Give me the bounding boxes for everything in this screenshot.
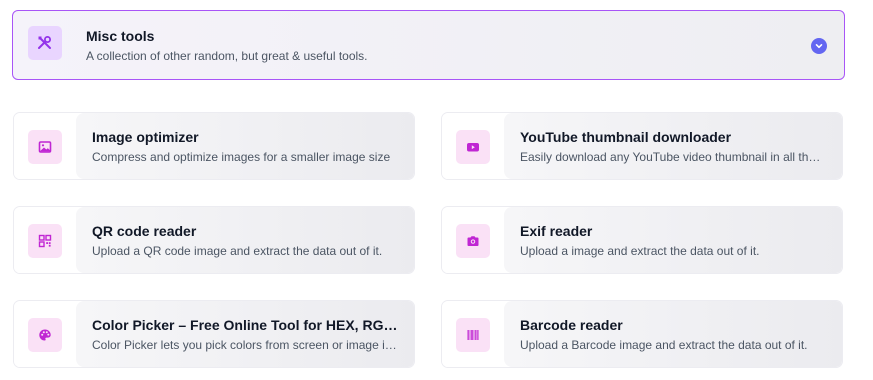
tool-card-qr-code-reader[interactable]: QR code reader Upload a QR code image an… <box>13 206 415 274</box>
tool-card-body <box>76 113 414 179</box>
tool-card-youtube-thumbnail-downloader[interactable]: YouTube thumbnail downloader Easily down… <box>441 112 843 180</box>
tool-icon-box <box>456 318 490 352</box>
tool-title: Image optimizer <box>92 129 199 145</box>
tool-title: YouTube thumbnail downloader <box>520 129 732 145</box>
tool-icon-box <box>28 224 62 258</box>
tool-icon-box <box>28 318 62 352</box>
tool-title: Color Picker – Free Online Tool for HEX,… <box>92 317 402 333</box>
tool-description: Upload a image and extract the data out … <box>520 244 760 258</box>
image-icon <box>38 140 52 154</box>
tool-card-body <box>76 301 414 367</box>
tool-description: Upload a QR code image and extract the d… <box>92 244 383 258</box>
tool-icon-box <box>456 130 490 164</box>
tool-card-body <box>504 207 842 273</box>
tool-description: Upload a Barcode image and extract the d… <box>520 338 808 352</box>
tool-card-body <box>504 113 842 179</box>
tool-description: Compress and optimize images for a small… <box>92 150 391 164</box>
tool-title: Exif reader <box>520 223 593 239</box>
tool-description: Easily download any YouTube video thumbn… <box>520 150 826 164</box>
tool-card-color-picker[interactable]: Color Picker – Free Online Tool for HEX,… <box>13 300 415 368</box>
misc-tools-section: Misc tools A collection of other random,… <box>0 0 873 380</box>
tools-icon <box>37 35 53 51</box>
tool-card-exif-reader[interactable]: Exif reader Upload a image and extract t… <box>441 206 843 274</box>
category-icon-box <box>28 26 62 60</box>
tool-title: Barcode reader <box>520 317 623 333</box>
tool-icon-box <box>28 130 62 164</box>
category-header-misc-tools[interactable]: Misc tools A collection of other random,… <box>12 10 845 80</box>
tool-card-barcode-reader[interactable]: Barcode reader Upload a Barcode image an… <box>441 300 843 368</box>
tool-icon-box <box>456 224 490 258</box>
category-title: Misc tools <box>86 28 155 44</box>
camera-icon <box>466 234 480 248</box>
category-description: A collection of other random, but great … <box>86 49 368 63</box>
youtube-icon <box>466 140 480 154</box>
tool-description: Color Picker lets you pick colors from s… <box>92 338 398 352</box>
chevron-down-icon[interactable] <box>811 38 827 54</box>
tool-card-body <box>76 207 414 273</box>
qr-code-icon <box>38 234 52 248</box>
tool-card-body <box>504 301 842 367</box>
tool-card-image-optimizer[interactable]: Image optimizer Compress and optimize im… <box>13 112 415 180</box>
barcode-icon <box>466 328 480 342</box>
tool-title: QR code reader <box>92 223 197 239</box>
palette-icon <box>38 328 52 342</box>
